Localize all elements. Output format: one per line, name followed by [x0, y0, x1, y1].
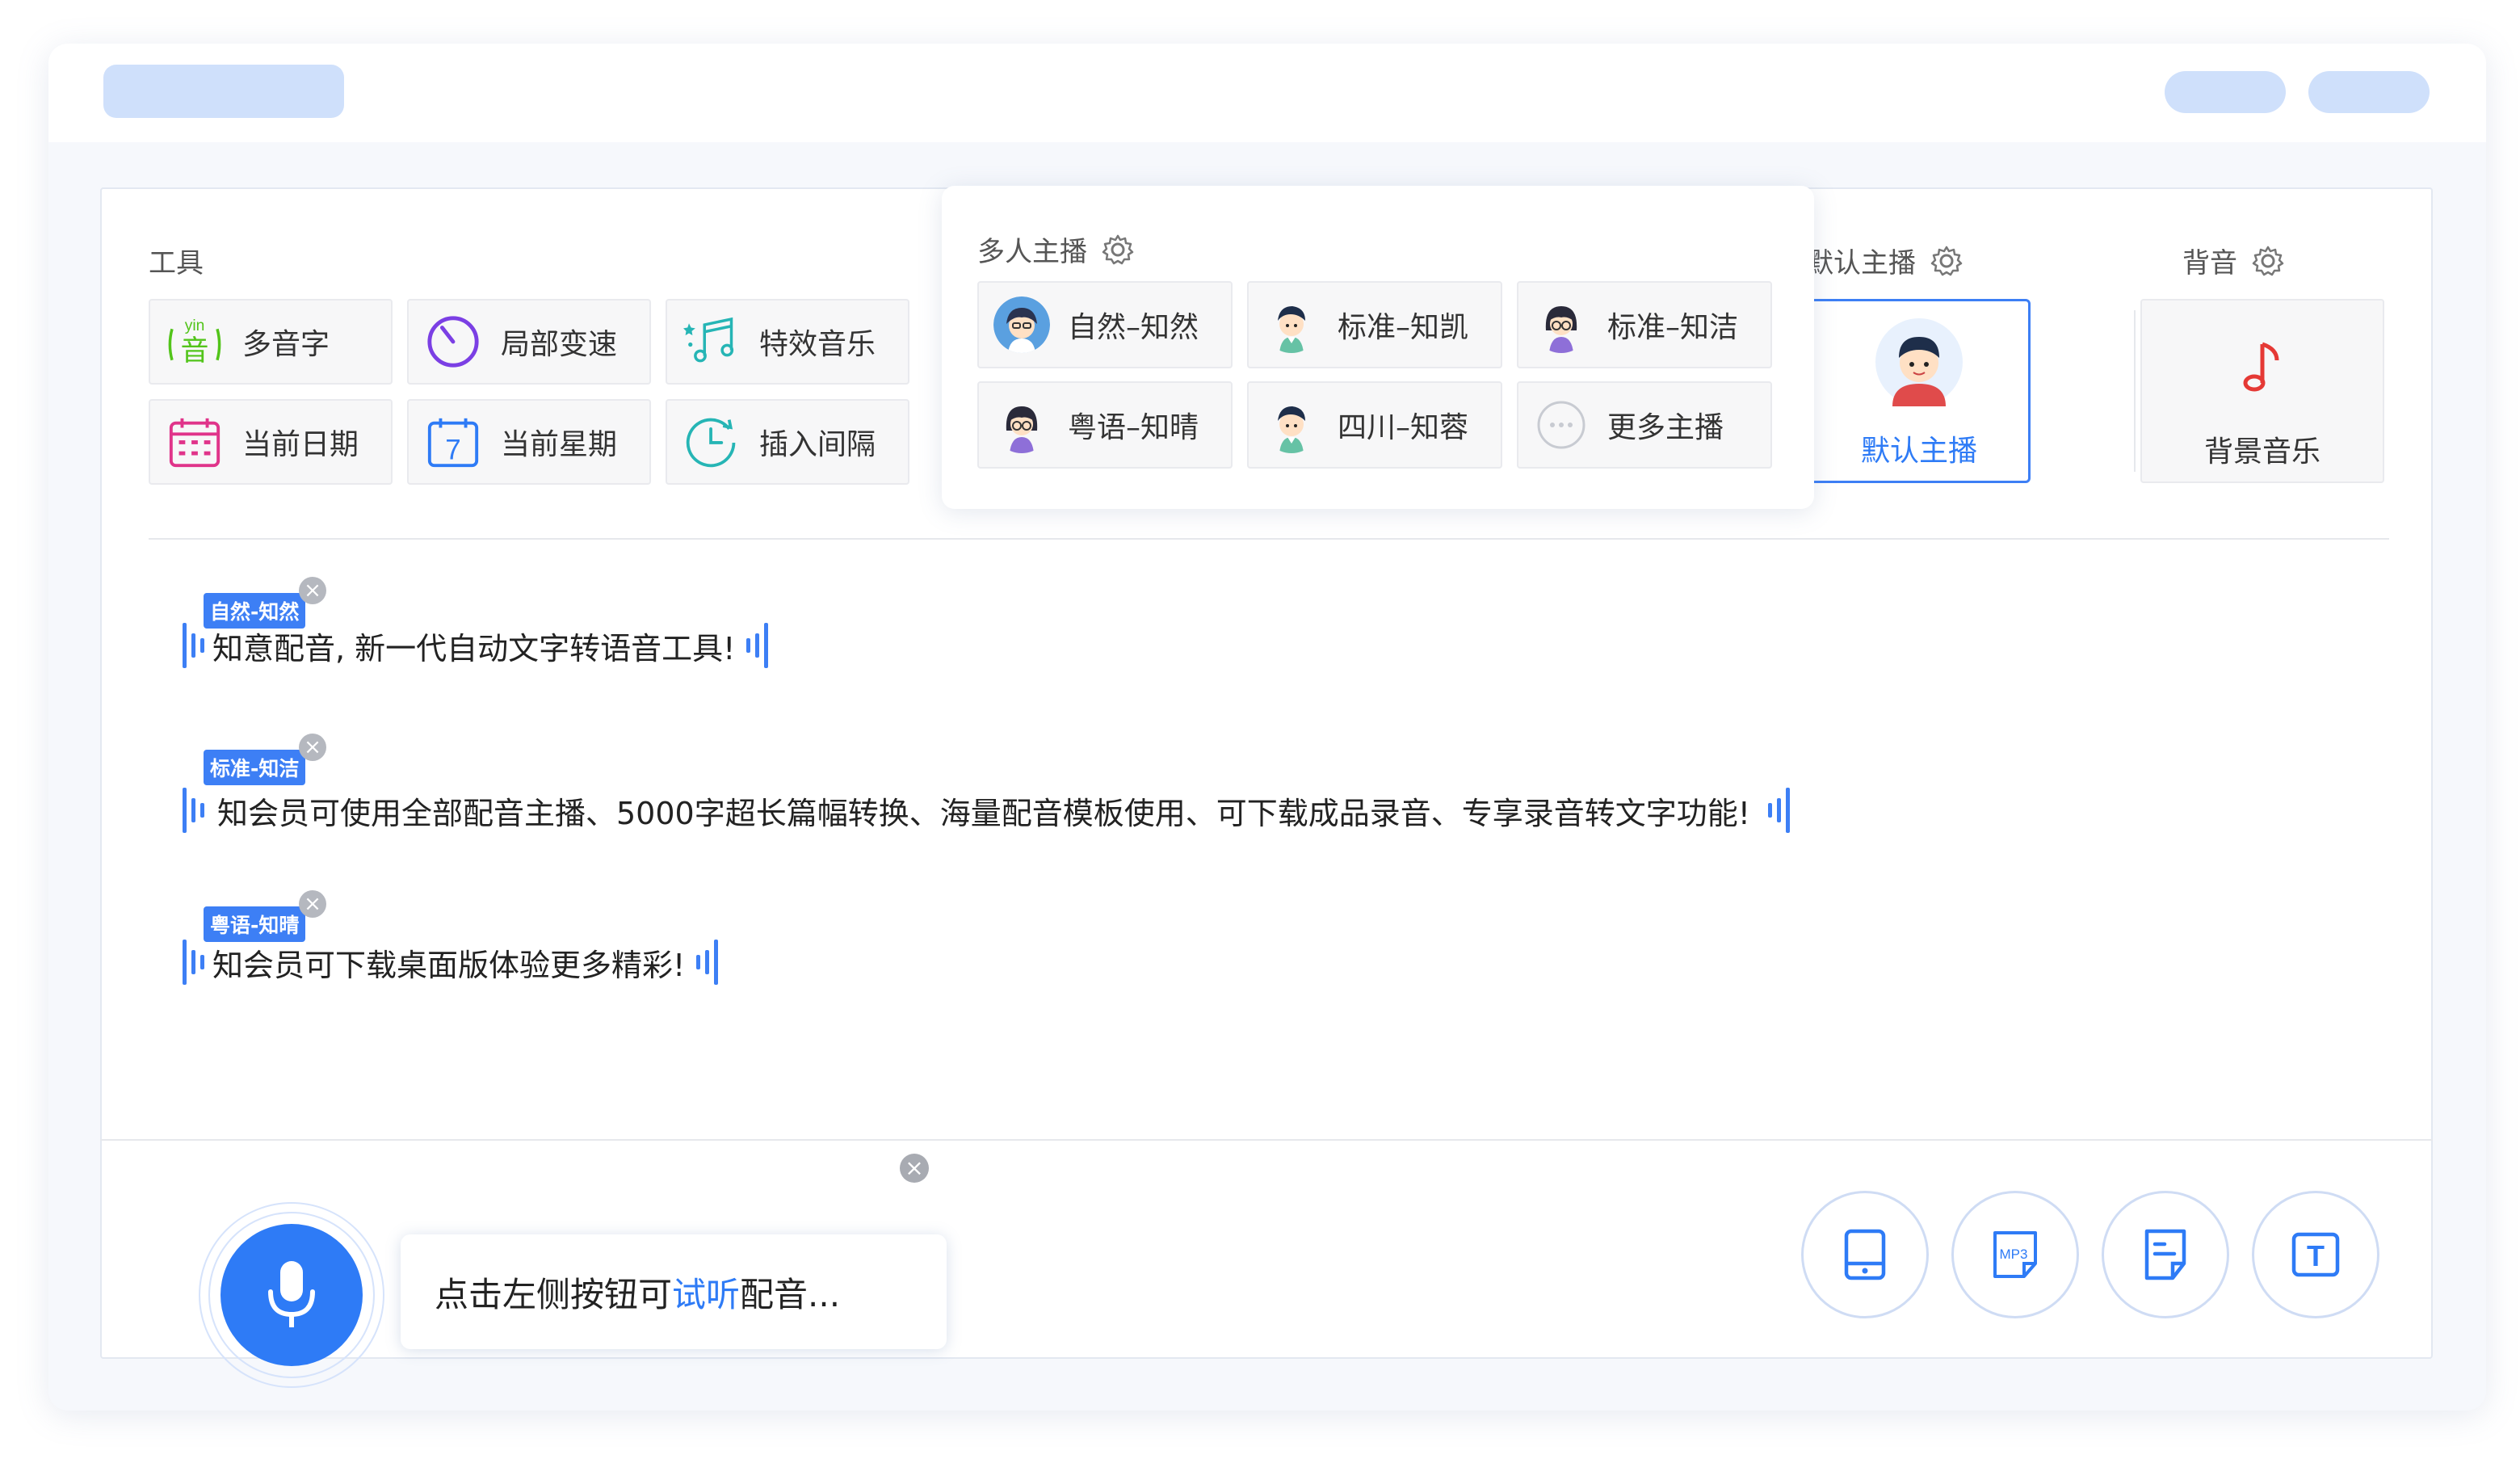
- remove-tag-icon[interactable]: ×: [299, 734, 326, 761]
- tool-speed[interactable]: 局部变速: [407, 299, 651, 385]
- logo-placeholder: [103, 65, 344, 118]
- waveform-end-icon: [696, 934, 719, 990]
- multi-anchor-popup: 多人主播 自然–知然 标准–知凯 标准–知洁 粤语–知晴 四川–知蓉 更多主播: [942, 186, 1814, 509]
- tool-effect-music[interactable]: 特效音乐: [666, 299, 909, 385]
- preview-play-button[interactable]: [220, 1224, 363, 1366]
- avatar-icon: [993, 296, 1050, 353]
- tool-polyphone[interactable]: yin 音 多音字: [149, 299, 393, 385]
- app-window: 工具 yin 音 多音字 局部变速 特效音乐 当前日期 7 当前星期 插入间隔 …: [48, 44, 2486, 1411]
- waveform-start-icon: [183, 934, 204, 990]
- tool-label: 当前日期: [242, 428, 359, 461]
- close-hint-icon[interactable]: ×: [900, 1154, 929, 1183]
- music-note-icon: [2243, 342, 2279, 392]
- segment-text: 知意配音, 新一代自动文字转语音工具!: [212, 630, 736, 666]
- avatar-icon: [993, 397, 1050, 453]
- avatar-icon: [1533, 296, 1590, 353]
- calendar-week-icon: 7: [425, 414, 481, 470]
- hint-highlight[interactable]: 试听: [672, 1268, 740, 1317]
- anchor-label: 更多主播: [1607, 411, 1724, 444]
- remove-tag-icon[interactable]: ×: [299, 890, 326, 918]
- multi-anchor-title: 多人主播: [977, 229, 1134, 269]
- segment-text: 知会员可下载桌面版体验更多精彩!: [212, 947, 686, 983]
- tool-label: 多音字: [242, 328, 330, 361]
- waveform-start-icon: [183, 617, 204, 674]
- anchor-label: 粤语–知晴: [1068, 411, 1199, 444]
- tool-label: 局部变速: [501, 328, 618, 361]
- download-text-button[interactable]: [2102, 1191, 2229, 1318]
- music-notes-icon: [683, 313, 740, 370]
- svg-text:MP3: MP3: [2000, 1247, 2028, 1262]
- default-anchor-label: 默认主播: [1860, 435, 1977, 468]
- header-button-placeholder[interactable]: [2308, 71, 2430, 113]
- gear-icon[interactable]: [2252, 245, 2284, 277]
- default-anchor-card[interactable]: 默认主播: [1808, 299, 2031, 483]
- section-divider: [2134, 310, 2136, 472]
- background-title: 背音: [2182, 241, 2284, 280]
- waveform-end-icon: [1767, 782, 1790, 839]
- anchor-option[interactable]: 四川–知蓉: [1247, 381, 1502, 469]
- play-button-ring-inner: [208, 1212, 375, 1378]
- top-bar: [48, 44, 2486, 142]
- voice-tag[interactable]: 标准-知洁: [204, 750, 306, 785]
- tool-label: 特效音乐: [759, 328, 876, 361]
- gear-icon[interactable]: [1102, 233, 1134, 266]
- anchor-option[interactable]: 粤语–知晴: [977, 381, 1233, 469]
- tool-label: 插入间隔: [759, 428, 876, 461]
- anchor-option[interactable]: 自然–知然: [977, 281, 1233, 368]
- tool-interval[interactable]: 插入间隔: [666, 399, 909, 485]
- text-segment[interactable]: 知会员可使用全部配音主播、5000字超长篇幅转换、海量配音模板使用、可下载成品录…: [183, 782, 1790, 839]
- more-dots-icon: [1533, 397, 1590, 453]
- speed-dial-icon: [425, 313, 481, 370]
- tool-weekday[interactable]: 7 当前星期: [407, 399, 651, 485]
- text-segment[interactable]: 知会员可下载桌面版体验更多精彩!: [183, 934, 719, 990]
- avatar-icon: [1875, 318, 1963, 406]
- anchor-label: 自然–知然: [1068, 311, 1199, 344]
- hint-suffix: 配音...: [740, 1274, 841, 1314]
- player-divider: [100, 1139, 2433, 1141]
- svg-text:7: 7: [445, 434, 460, 465]
- svg-text:T: T: [2307, 1239, 2325, 1272]
- anchor-option[interactable]: 标准–知凯: [1247, 281, 1502, 368]
- waveform-end-icon: [746, 617, 769, 674]
- anchor-option[interactable]: 标准–知洁: [1517, 281, 1772, 368]
- anchor-label: 标准–知凯: [1338, 311, 1469, 344]
- tools-title: 工具: [149, 247, 204, 280]
- document-icon: [2144, 1229, 2186, 1280]
- polyphone-icon: yin 音: [166, 313, 223, 370]
- tool-date[interactable]: 当前日期: [149, 399, 393, 485]
- anchor-label: 四川–知蓉: [1338, 411, 1469, 444]
- text-format-icon: T: [2291, 1232, 2340, 1277]
- background-music-card[interactable]: 背景音乐: [2140, 299, 2384, 483]
- avatar-icon: [1263, 296, 1320, 353]
- avatar-icon: [1263, 397, 1320, 453]
- download-mp3-button[interactable]: MP3: [1951, 1191, 2079, 1318]
- header-button-placeholder[interactable]: [2165, 71, 2286, 113]
- waveform-start-icon: [183, 782, 204, 839]
- download-desktop-button[interactable]: [1801, 1191, 1929, 1318]
- text-mode-button[interactable]: T: [2252, 1191, 2379, 1318]
- microphone-icon: [268, 1261, 315, 1327]
- mp3-file-icon: MP3: [1993, 1231, 2037, 1278]
- svg-text:音: 音: [180, 335, 208, 368]
- hint-prefix: 点击左侧按钮可: [435, 1274, 673, 1314]
- tablet-icon: [1844, 1229, 1886, 1280]
- gear-icon[interactable]: [1930, 245, 1963, 277]
- segment-text: 知会员可使用全部配音主播、5000字超长篇幅转换、海量配音模板使用、可下载成品录…: [217, 795, 1750, 831]
- play-button-ring: [199, 1202, 384, 1388]
- anchor-label: 标准–知洁: [1607, 311, 1739, 344]
- more-anchors-option[interactable]: 更多主播: [1517, 381, 1772, 469]
- remove-tag-icon[interactable]: ×: [299, 577, 326, 604]
- background-music-label: 背景音乐: [2203, 435, 2320, 469]
- text-segment[interactable]: 知意配音, 新一代自动文字转语音工具!: [183, 617, 769, 674]
- svg-text:yin: yin: [185, 317, 205, 334]
- calendar-icon: [166, 414, 223, 470]
- default-anchor-title: 默认主播: [1806, 241, 1963, 280]
- preview-hint-bubble: 点击左侧按钮可 试听 配音...: [401, 1234, 947, 1349]
- clock-interval-icon: [683, 414, 740, 470]
- toolbar-divider: [149, 538, 2389, 540]
- tool-label: 当前星期: [501, 428, 618, 461]
